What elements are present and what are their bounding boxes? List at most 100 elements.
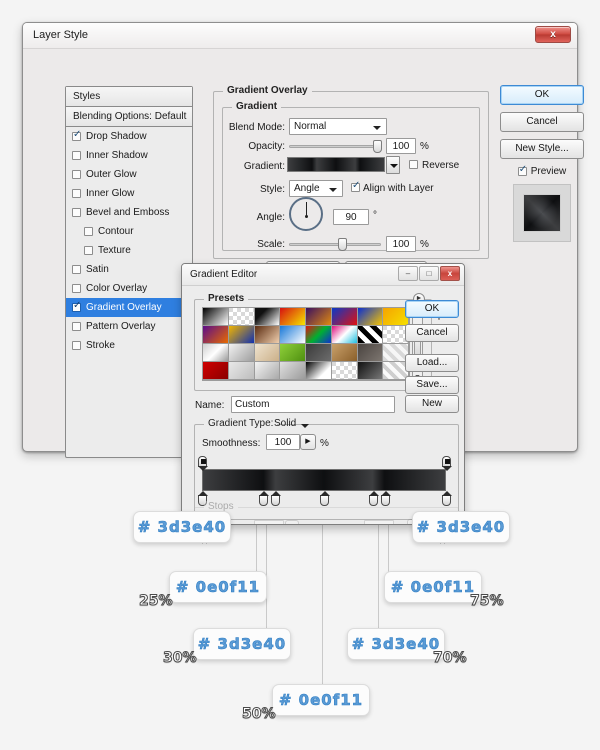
style-checkbox[interactable] (72, 284, 81, 293)
sidebar-item-outer-glow[interactable]: Outer Glow (66, 165, 192, 184)
angle-input[interactable]: 90 (333, 209, 369, 225)
new-style-button[interactable]: New Style... (500, 139, 584, 159)
color-stop[interactable] (381, 491, 391, 506)
preset-swatch[interactable] (228, 362, 255, 380)
opacity-slider-track[interactable] (289, 145, 381, 148)
scale-slider-knob[interactable] (338, 238, 347, 251)
sidebar-item-inner-shadow[interactable]: Inner Shadow (66, 146, 192, 165)
preset-swatch[interactable] (331, 326, 358, 344)
preview-checkbox[interactable] (517, 164, 527, 176)
preset-swatch[interactable] (228, 326, 255, 344)
maximize-icon[interactable]: □ (419, 266, 439, 281)
preset-swatch[interactable] (228, 308, 255, 326)
preset-swatch[interactable] (357, 344, 384, 362)
gradient-type-select[interactable]: Solid (270, 417, 314, 432)
gradient-name-input[interactable]: Custom (231, 396, 395, 413)
preset-swatch[interactable] (357, 362, 384, 380)
sidebar-item-satin[interactable]: Satin (66, 260, 192, 279)
preset-swatch[interactable] (203, 308, 229, 326)
style-checkbox[interactable] (72, 265, 81, 274)
sidebar-item-gradient-overlay[interactable]: Gradient Overlay (66, 298, 192, 317)
sidebar-item-color-overlay[interactable]: Color Overlay (66, 279, 192, 298)
opacity-input[interactable]: 100 (386, 138, 416, 154)
style-checkbox[interactable] (72, 341, 81, 350)
layer-style-titlebar[interactable]: Layer Style x (23, 23, 577, 49)
style-checkbox[interactable] (84, 227, 93, 236)
preset-swatch[interactable] (306, 326, 332, 344)
scale-input[interactable]: 100 (386, 236, 416, 252)
style-checkbox[interactable] (72, 129, 81, 141)
style-checkbox[interactable] (72, 208, 81, 217)
sidebar-item-inner-glow[interactable]: Inner Glow (66, 184, 192, 203)
preset-swatch[interactable] (254, 362, 281, 380)
opacity-stop[interactable] (198, 456, 208, 471)
stop-location-input-1[interactable] (364, 520, 394, 524)
stop-opacity-stepper[interactable]: ▶ (285, 520, 299, 524)
gradient-editor-titlebar[interactable]: Gradient Editor – □ x (182, 264, 464, 286)
preset-swatch[interactable] (228, 344, 255, 362)
color-stop[interactable] (320, 491, 330, 506)
preset-swatch[interactable] (331, 308, 358, 326)
preset-swatch[interactable] (254, 344, 281, 362)
angle-dial[interactable] (289, 197, 323, 231)
color-stop[interactable] (368, 491, 379, 506)
blend-mode-select[interactable]: Normal (289, 118, 387, 135)
sidebar-item-drop-shadow[interactable]: Drop Shadow (66, 127, 192, 146)
color-stop[interactable] (259, 491, 269, 506)
style-checkbox[interactable] (72, 322, 81, 331)
chevron-down-icon[interactable] (386, 156, 400, 174)
preset-swatch[interactable] (203, 362, 229, 380)
preset-swatch[interactable] (306, 344, 332, 362)
style-checkbox[interactable] (72, 170, 81, 179)
preset-swatch[interactable] (280, 344, 306, 362)
color-stop[interactable] (271, 491, 282, 506)
new-gradient-button[interactable]: New (405, 395, 459, 413)
align-with-layer-checkbox[interactable] (351, 180, 360, 192)
smoothness-stepper[interactable]: ▶ (300, 434, 316, 450)
ge-ok-button[interactable]: OK (405, 300, 459, 318)
style-checkbox[interactable] (72, 151, 81, 160)
preset-swatch[interactable] (203, 326, 229, 344)
cancel-button[interactable]: Cancel (500, 112, 584, 132)
gradient-preview-bar[interactable] (287, 157, 385, 172)
scale-slider-track[interactable] (289, 243, 381, 246)
preset-swatch[interactable] (280, 326, 306, 344)
preview-toggle[interactable]: Preview (500, 164, 584, 177)
ge-load-button[interactable]: Load... (405, 354, 459, 372)
preset-swatch[interactable] (331, 344, 358, 362)
preset-swatch[interactable] (357, 326, 384, 344)
preset-swatch[interactable] (254, 308, 281, 326)
sidebar-item-bevel-and-emboss[interactable]: Bevel and Emboss (66, 203, 192, 222)
opacity-stop[interactable] (442, 456, 452, 471)
gradient-stops-bar[interactable] (202, 469, 446, 491)
style-checkbox[interactable] (72, 189, 81, 198)
preset-swatch[interactable] (357, 308, 384, 326)
color-stop[interactable] (442, 491, 452, 506)
stop-opacity-input[interactable] (254, 520, 284, 524)
style-checkbox[interactable] (72, 300, 81, 312)
ge-cancel-button[interactable]: Cancel (405, 324, 459, 342)
ok-button[interactable]: OK (500, 85, 584, 105)
sidebar-item-stroke[interactable]: Stroke (66, 336, 192, 355)
preset-swatch[interactable] (306, 308, 332, 326)
opacity-slider-knob[interactable] (373, 140, 382, 153)
preset-swatch[interactable] (254, 326, 281, 344)
sidebar-item-pattern-overlay[interactable]: Pattern Overlay (66, 317, 192, 336)
close-icon[interactable]: x (535, 26, 571, 43)
minimize-icon[interactable]: – (398, 266, 418, 281)
sidebar-item-texture[interactable]: Texture (66, 241, 192, 260)
style-select[interactable]: Angle (289, 180, 343, 197)
presets-grid[interactable] (202, 307, 410, 381)
style-checkbox[interactable] (84, 246, 93, 255)
preset-swatch[interactable] (280, 308, 306, 326)
close-icon[interactable]: x (440, 266, 460, 281)
smoothness-input[interactable]: 100 (266, 434, 300, 450)
ge-save-button[interactable]: Save... (405, 376, 459, 394)
sidebar-item-contour[interactable]: Contour (66, 222, 192, 241)
sidebar-item-blending-options[interactable]: Blending Options: Default (66, 107, 192, 127)
preset-swatch[interactable] (306, 362, 332, 380)
reverse-checkbox[interactable] (409, 160, 418, 169)
preset-swatch[interactable] (280, 362, 306, 380)
preset-swatch[interactable] (331, 362, 358, 380)
preset-swatch[interactable] (203, 344, 229, 362)
